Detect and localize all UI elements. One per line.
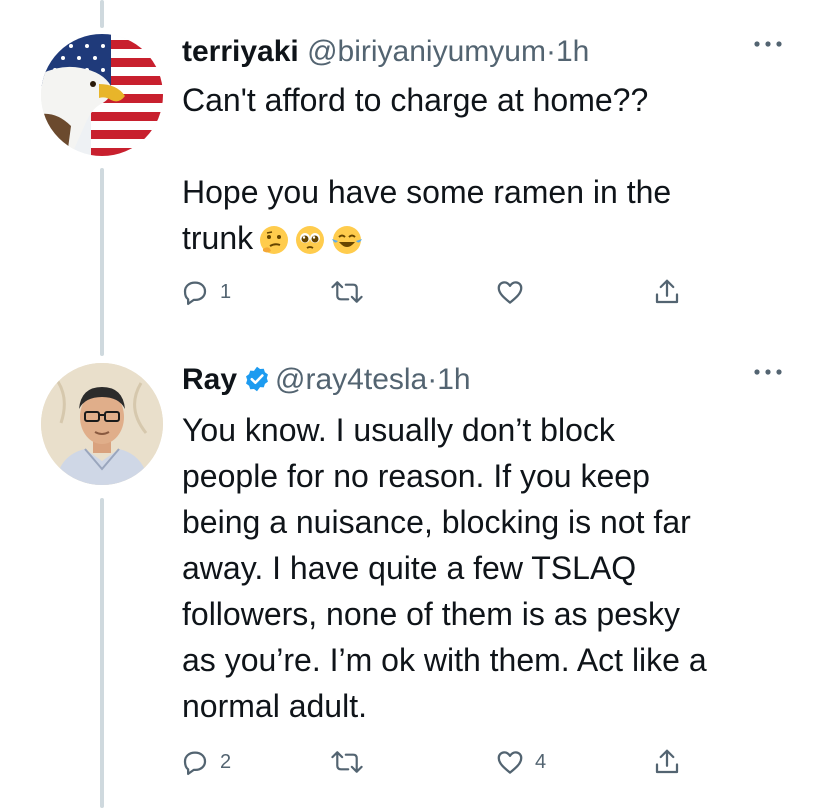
tweet-header: terriyaki @biriyaniyumyum·1h [182, 34, 589, 70]
heart-icon [497, 751, 523, 774]
user-handle[interactable]: @biriyaniyumyum [307, 35, 546, 68]
reply-button[interactable]: 2 [180, 747, 231, 777]
retweet-button[interactable] [330, 277, 374, 307]
heart-icon [497, 281, 523, 304]
reply-icon [183, 281, 207, 305]
reply-icon [183, 751, 207, 775]
display-name[interactable]: terriyaki [182, 35, 299, 68]
tweet-text: You know. I usually don’t block people f… [182, 412, 707, 724]
reply-button[interactable]: 1 [180, 277, 231, 307]
timestamp[interactable]: 1h [437, 363, 470, 396]
retweet-icon [331, 751, 363, 773]
more-horizontal-icon[interactable] [752, 362, 784, 388]
pleading-face-icon [295, 221, 325, 267]
reply-count: 2 [220, 750, 232, 773]
timestamp[interactable]: 1h [556, 35, 589, 68]
avatar[interactable] [41, 34, 163, 156]
verified-badge-icon [243, 365, 271, 402]
tweet-actions: 1 [180, 277, 700, 313]
tweet-terriyaki[interactable]: terriyaki @biriyaniyumyum·1h Can't affor… [0, 0, 828, 340]
thinking-face-icon [259, 221, 289, 267]
like-count: 4 [535, 750, 547, 773]
share-button[interactable] [652, 747, 682, 777]
share-icon [655, 279, 679, 304]
reply-count: 1 [220, 280, 232, 303]
like-button[interactable] [495, 277, 535, 307]
tweet-text: Can't afford to charge at home?? Hope yo… [182, 77, 802, 267]
share-button[interactable] [652, 277, 682, 307]
retweet-icon [331, 281, 363, 303]
user-handle[interactable]: @ray4tesla [275, 363, 427, 396]
tweet-ray[interactable]: Ray @ray4tesla·1h You know. I usually don… [0, 340, 828, 808]
like-button[interactable]: 4 [495, 747, 546, 777]
more-horizontal-icon[interactable] [752, 34, 784, 60]
tweet-text-content: Can't afford to charge at home?? Hope yo… [182, 82, 672, 256]
separator-dot: · [427, 363, 438, 396]
retweet-button[interactable] [330, 747, 374, 777]
tweet-header: Ray @ray4tesla·1h [182, 362, 471, 402]
display-name[interactable]: Ray [182, 363, 237, 396]
separator-dot: · [545, 35, 556, 68]
tears-of-joy-face-icon [331, 221, 363, 267]
tweet-actions: 2 4 [180, 747, 700, 783]
share-icon [655, 749, 679, 774]
avatar[interactable] [41, 363, 163, 485]
